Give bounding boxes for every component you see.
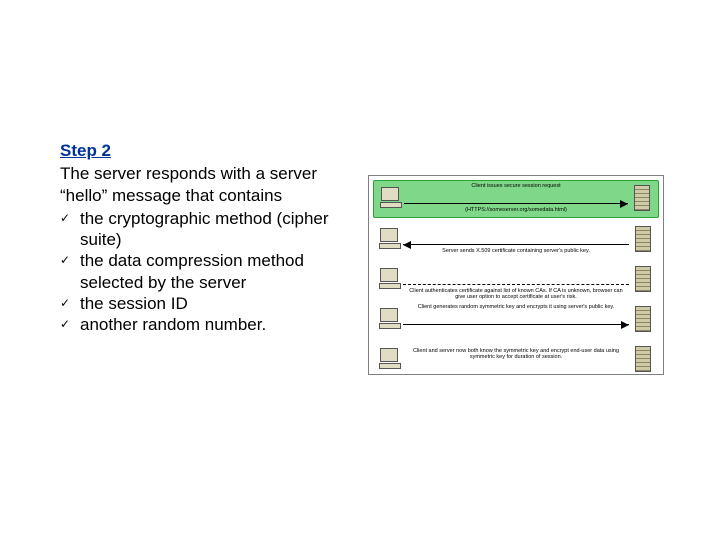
lane-caption: Client authenticates certificate against… — [405, 288, 627, 300]
diagram-lane-3: Client authenticates certificate against… — [373, 262, 659, 298]
arrow-line — [403, 244, 629, 245]
client-computer-icon — [379, 228, 399, 248]
lane-caption: (HTTPS://someserver.org/somedata.html) — [406, 207, 626, 213]
arrow-line — [403, 324, 629, 325]
lane-caption: Client and server now both know the symm… — [405, 348, 627, 360]
lane-caption: Client generates random symmetric key an… — [405, 304, 627, 310]
intro-text: The server responds with a server “hello… — [60, 163, 350, 206]
server-rack-icon — [633, 268, 653, 288]
text-column: Step 2 The server responds with a server… — [60, 140, 350, 335]
server-rack-icon — [633, 348, 653, 368]
client-computer-icon — [379, 348, 399, 368]
slide: Step 2 The server responds with a server… — [0, 0, 720, 540]
ssl-handshake-diagram: Client issues secure session request (HT… — [368, 175, 664, 375]
server-rack-icon — [632, 187, 652, 207]
client-computer-icon — [379, 268, 399, 288]
server-rack-icon — [633, 228, 653, 248]
bullet-item: ✓ another random number. — [60, 314, 350, 335]
dashed-line — [403, 284, 629, 285]
bullet-item: ✓ the data compression method selected b… — [60, 250, 350, 293]
check-icon: ✓ — [60, 293, 80, 314]
client-computer-icon — [380, 187, 400, 207]
bullet-text: the data compression method selected by … — [80, 250, 350, 293]
bullet-text: the cryptographic method (cipher suite) — [80, 208, 350, 251]
arrow-line — [404, 203, 628, 204]
check-icon: ✓ — [60, 314, 80, 335]
lane-caption: Server sends X.509 certificate containin… — [405, 248, 627, 254]
bullet-text: the session ID — [80, 293, 350, 314]
diagram-lane-4: Client generates random symmetric key an… — [373, 302, 659, 338]
bullet-list: ✓ the cryptographic method (cipher suite… — [60, 208, 350, 336]
bullet-item: ✓ the session ID — [60, 293, 350, 314]
server-rack-icon — [633, 308, 653, 328]
check-icon: ✓ — [60, 208, 80, 229]
bullet-item: ✓ the cryptographic method (cipher suite… — [60, 208, 350, 251]
check-icon: ✓ — [60, 250, 80, 271]
bullet-text: another random number. — [80, 314, 350, 335]
arrow-right-icon — [621, 321, 629, 329]
lane-caption: Client issues secure session request — [406, 183, 626, 189]
diagram-lane-2: Server sends X.509 certificate containin… — [373, 222, 659, 258]
client-computer-icon — [379, 308, 399, 328]
diagram-lane-5: Client and server now both know the symm… — [373, 342, 659, 372]
step-title: Step 2 — [60, 140, 350, 161]
diagram-lane-1: Client issues secure session request (HT… — [373, 180, 659, 218]
